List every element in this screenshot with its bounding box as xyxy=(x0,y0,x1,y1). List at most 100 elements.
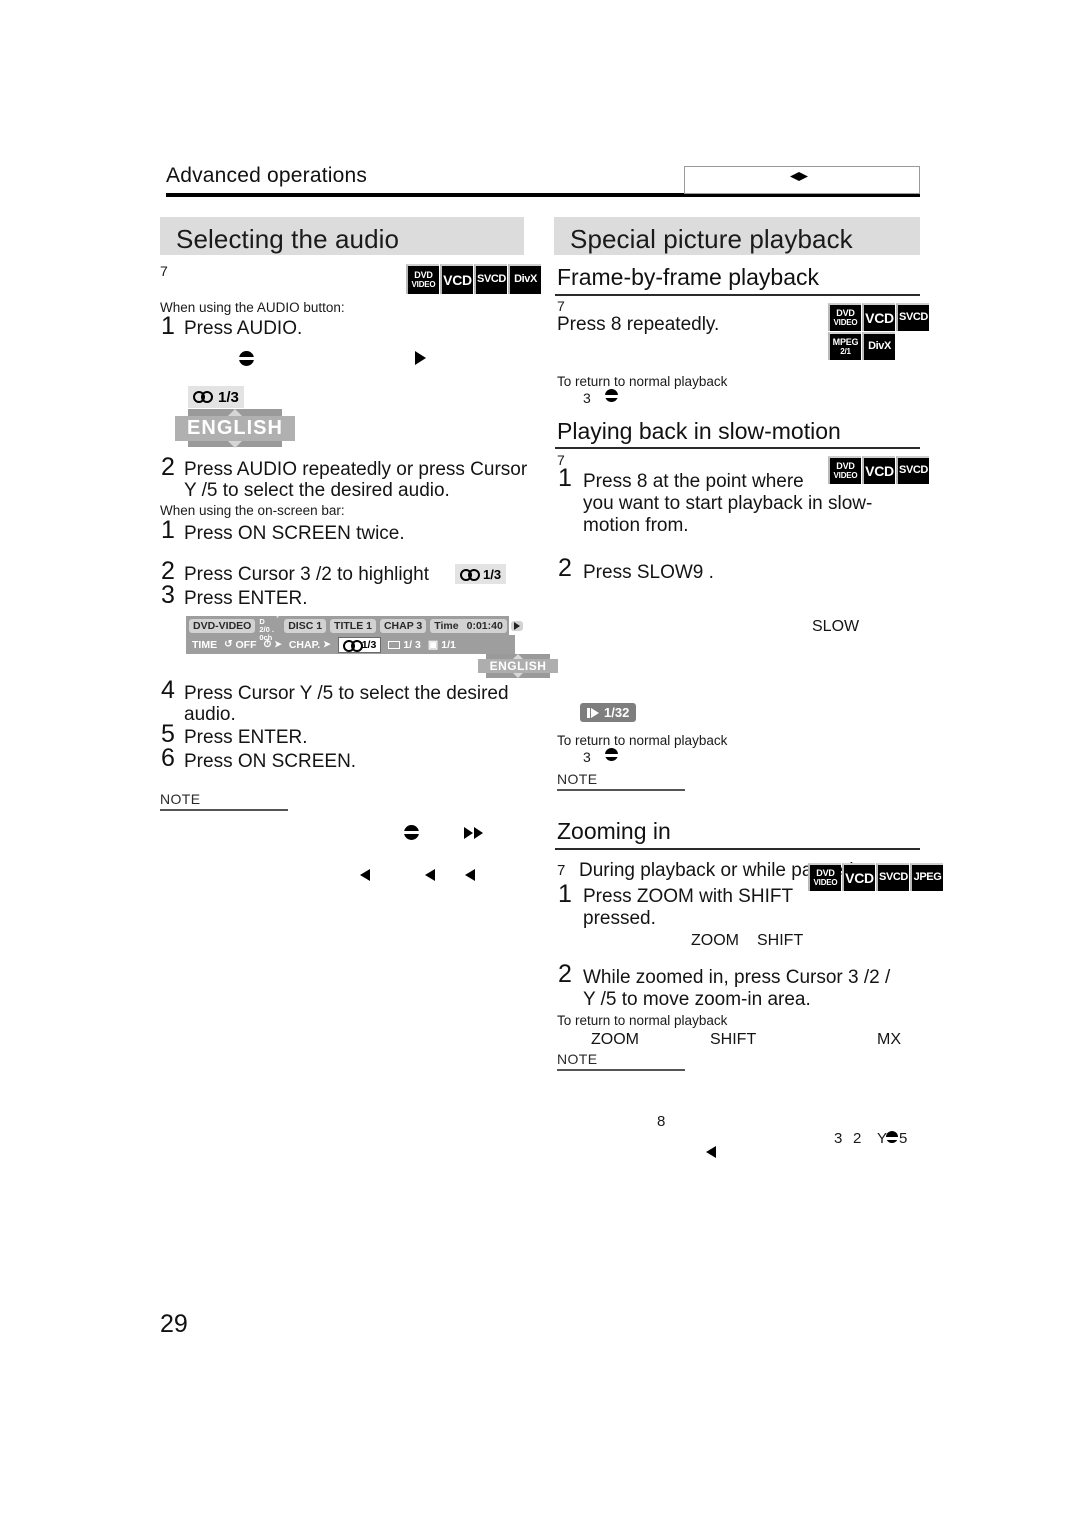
section-title-selecting-audio: Selecting the audio xyxy=(160,217,524,255)
slow-playback-icon xyxy=(587,707,599,718)
stray-mark-2: 2 xyxy=(853,1130,862,1147)
heading-rule-slow-motion xyxy=(555,447,920,449)
osb-title: TITLE 1 xyxy=(330,618,376,633)
onscreen-bar-graphic: DVD-VIDEO Dolby D 2/0 . 0ch DISC 1 TITLE… xyxy=(186,609,559,678)
key-zoom-label: ZOOM xyxy=(691,932,739,949)
arrow-up-icon[interactable] xyxy=(228,408,242,416)
bar-step-3-number: 3 xyxy=(161,581,175,609)
badge-svcd: SVCD xyxy=(876,863,909,891)
osb-angle[interactable]: ▣ 1/1 xyxy=(427,638,456,652)
frame-return-label: To return to normal playback xyxy=(557,374,728,389)
step-4-number: 4 xyxy=(161,676,175,704)
badge-dvd-video: DVD VIDEO xyxy=(406,264,439,294)
heading-zooming-in: Zooming in xyxy=(557,818,671,844)
step-1-number: 1 xyxy=(161,312,175,340)
slow-step-2-text: Press SLOW9 . xyxy=(583,562,714,583)
badge-divx: DivX xyxy=(508,264,541,294)
stray-mark-5: 5 xyxy=(899,1130,908,1147)
arrow-right-icon: ➤ xyxy=(274,639,282,649)
zoom-return-mx: MX xyxy=(877,1031,901,1048)
badge-divx: DivX xyxy=(862,332,895,360)
manual-page: Advanced operations Selecting the audio … xyxy=(0,0,1080,1528)
onscreen-bar-row2: TIME ↺ OFF ⏱ ➤ CHAP. ➤ 1/3 1/ 3 ▣ 1/1 xyxy=(186,635,515,654)
zoom-step-2-line2: Y /5 to move zoom-in area. xyxy=(583,989,811,1010)
step-4-text-line2: audio. xyxy=(184,704,236,725)
badge-dvd-video: DVD VIDEO xyxy=(828,303,861,331)
osb-next-icon[interactable] xyxy=(510,620,523,631)
pause-icon xyxy=(605,748,620,761)
step-6-number: 6 xyxy=(161,744,175,772)
osd-language-selector[interactable]: ENGLISH xyxy=(175,408,295,448)
left-marker-7: 7 xyxy=(160,263,168,279)
badge-vcd: VCD xyxy=(440,264,473,294)
badge-jpeg: JPEG xyxy=(910,863,943,891)
step-1-text: Press AUDIO. xyxy=(184,318,303,339)
heading-rule-zooming xyxy=(555,848,920,850)
bar-step-3-text: Press ENTER. xyxy=(184,588,308,609)
section-title-special-picture: Special picture playback xyxy=(554,217,920,255)
heading-slow-motion: Playing back in slow-motion xyxy=(557,418,841,444)
osd-language-value: ENGLISH xyxy=(175,415,295,441)
arrow-down-icon[interactable] xyxy=(513,673,523,678)
osb-chapter-search[interactable]: CHAP. ➤ xyxy=(289,639,331,651)
note-rule-left xyxy=(160,809,288,811)
stray-mark-3: 3 xyxy=(834,1130,843,1147)
running-head: Advanced operations xyxy=(166,164,368,187)
camera-angle-icon: ▣ xyxy=(427,639,439,651)
osb-audio-format: Dolby D 2/0 . 0ch xyxy=(259,608,281,642)
play-icon xyxy=(415,351,426,365)
note-label-left: NOTE xyxy=(160,791,201,807)
osb-disc: DISC 1 xyxy=(284,618,327,633)
osb-repeat[interactable]: ↺ OFF xyxy=(224,639,256,651)
bar-step-1-text: Press ON SCREEN twice. xyxy=(184,523,405,544)
osd-audio-tag: 1/3 xyxy=(188,386,244,408)
zoom-return-label: To return to normal playback xyxy=(557,1013,728,1028)
badge-vcd: VCD xyxy=(862,456,895,484)
badge-svcd: SVCD xyxy=(474,264,507,294)
rewind-icon-3 xyxy=(465,869,475,881)
osb-audio-highlighted[interactable]: 1/3 xyxy=(337,636,382,653)
osb-subtitle[interactable]: 1/ 3 xyxy=(388,639,421,651)
intro-audio-button: When using the AUDIO button: xyxy=(160,300,345,315)
osd-audio-value: 1/3 xyxy=(218,388,239,406)
diamond-marker-icon xyxy=(790,172,808,181)
repeat-icon: ↺ xyxy=(224,639,233,650)
osb-chapter: CHAP 3 xyxy=(379,618,427,633)
osb-language-popup[interactable]: ENGLISH xyxy=(477,654,559,678)
audio-channel-icon xyxy=(193,391,214,403)
page-number: 29 xyxy=(160,1310,188,1338)
rewind-icon-2 xyxy=(425,869,435,881)
badge-mpeg: MPEG 2/1 xyxy=(828,332,861,360)
clock-icon: ⏱ xyxy=(263,639,272,650)
note-rule-slow xyxy=(557,789,685,791)
zoom-marker-7: 7 xyxy=(557,862,566,879)
zoom-step-1-number: 1 xyxy=(558,880,572,908)
heading-rule-frame-by-frame xyxy=(555,294,920,296)
badge-dvd-video: DVD VIDEO xyxy=(828,456,861,484)
bar-step-2-text: Press Cursor 3 /2 to highlight xyxy=(184,564,430,585)
heading-frame-by-frame: Frame-by-frame playback xyxy=(557,264,820,290)
badge-vcd: VCD xyxy=(842,863,875,891)
note-rule-zoom xyxy=(557,1069,685,1071)
section-title-text: Selecting the audio xyxy=(176,224,400,254)
rewind-icon-bottom xyxy=(706,1146,716,1158)
badge-svcd: SVCD xyxy=(896,456,929,484)
slow-speed-tag: 1/32 xyxy=(580,703,637,722)
slow-return-label: To return to normal playback xyxy=(557,733,728,748)
osb-clock[interactable]: ⏱ ➤ xyxy=(263,639,281,650)
zoom-step-1-line2: pressed. xyxy=(583,908,656,929)
step-5-text: Press ENTER. xyxy=(184,727,308,748)
bar-step-1-number: 1 xyxy=(161,516,175,544)
slow-return-step: 3 xyxy=(583,749,591,765)
osb-disc-type: DVD-VIDEO xyxy=(189,618,256,633)
step-2-text-line2: Y /5 to select the desired audio. xyxy=(184,480,450,501)
badge-svcd: SVCD xyxy=(896,303,929,331)
step-2-number: 2 xyxy=(161,453,175,481)
arrow-down-icon[interactable] xyxy=(228,440,242,448)
badge-dvd-video: DVD VIDEO xyxy=(808,863,841,891)
slow-speed-value: 1/32 xyxy=(604,705,630,720)
subtitle-icon xyxy=(388,640,401,649)
stray-mark-8: 8 xyxy=(657,1113,666,1130)
key-shift-label: SHIFT xyxy=(757,932,804,949)
osb-language-value: ENGLISH xyxy=(477,659,559,673)
